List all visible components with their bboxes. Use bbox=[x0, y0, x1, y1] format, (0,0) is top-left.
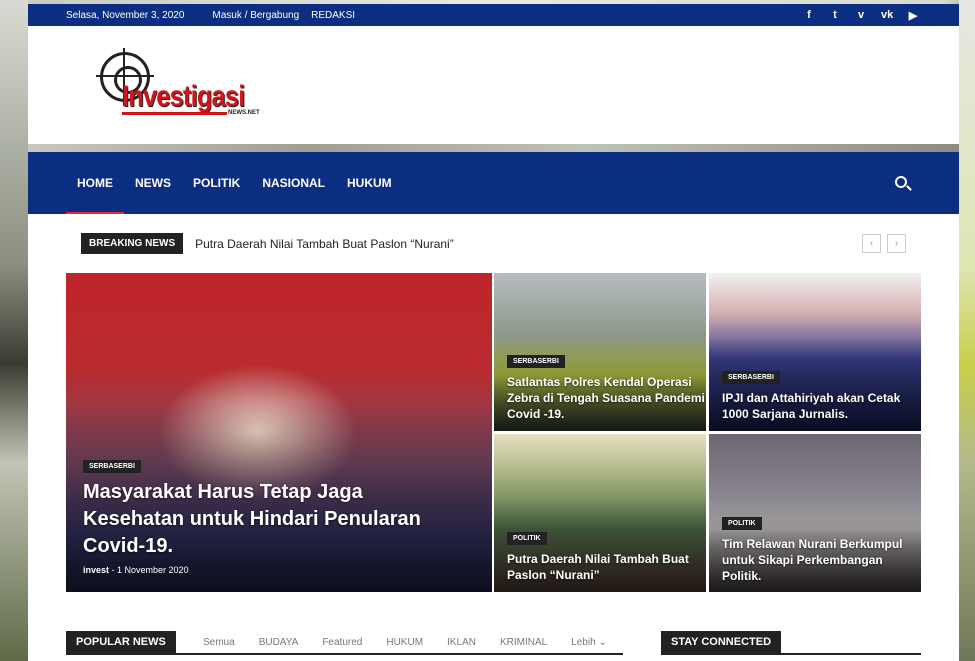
search-icon[interactable] bbox=[895, 176, 907, 188]
tab-budaya[interactable]: BUDAYA bbox=[259, 637, 299, 648]
breaking-news-controls: ‹ › bbox=[862, 234, 906, 253]
nav-item-news[interactable]: NEWS bbox=[124, 152, 182, 214]
site-logo[interactable]: Investigasi NEWS.NET bbox=[96, 48, 275, 120]
article-title[interactable]: IPJI dan Attahiriyah akan Cetak 1000 Sar… bbox=[722, 390, 917, 422]
category-badge[interactable]: POLITIK bbox=[507, 532, 547, 545]
social-links: f t v vk ▶ bbox=[803, 4, 919, 26]
featured-article-a[interactable]: SERBASERBI Satlantas Polres Kendal Opera… bbox=[494, 273, 706, 431]
article-author[interactable]: invest bbox=[83, 565, 109, 575]
featured-article-b[interactable]: SERBASERBI IPJI dan Attahiriyah akan Cet… bbox=[709, 273, 921, 431]
meta-separator: - bbox=[109, 565, 118, 575]
background-left bbox=[0, 0, 28, 661]
login-link[interactable]: Masuk / Bergabung bbox=[212, 10, 299, 21]
logo-text: Investigasi bbox=[122, 80, 245, 113]
breaking-news-tag: BREAKING NEWS bbox=[81, 233, 184, 254]
featured-main-article[interactable]: SERBASERBI Masyarakat Harus Tetap Jaga K… bbox=[66, 273, 492, 592]
article-meta: invest - 1 November 2020 bbox=[83, 565, 189, 575]
facebook-icon[interactable]: f bbox=[803, 9, 815, 21]
popular-news-tabs: Semua BUDAYA Featured HUKUM IKLAN KRIMIN… bbox=[203, 637, 607, 648]
nav-item-home[interactable]: HOME bbox=[66, 152, 124, 215]
category-badge[interactable]: SERBASERBI bbox=[507, 355, 565, 368]
logo-subtext: NEWS.NET bbox=[228, 110, 260, 116]
article-date: 1 November 2020 bbox=[117, 565, 189, 575]
chevron-left-icon[interactable]: ‹ bbox=[862, 234, 881, 253]
popular-news-block: POPULAR NEWS Semua BUDAYA Featured HUKUM… bbox=[66, 631, 623, 655]
tab-more-dropdown[interactable]: Lebih ⌄ bbox=[571, 637, 607, 648]
category-badge[interactable]: SERBASERBI bbox=[83, 460, 141, 473]
category-badge[interactable]: POLITIK bbox=[722, 517, 762, 530]
site-header: Investigasi NEWS.NET bbox=[28, 26, 959, 144]
featured-article-c[interactable]: POLITIK Putra Daerah Nilai Tambah Buat P… bbox=[494, 434, 706, 592]
vimeo-icon[interactable]: v bbox=[855, 9, 867, 21]
article-title[interactable]: Masyarakat Harus Tetap Jaga Kesehatan un… bbox=[83, 479, 463, 560]
article-title[interactable]: Satlantas Polres Kendal Operasi Zebra di… bbox=[507, 374, 706, 422]
decorative-strip bbox=[28, 144, 959, 152]
background-right bbox=[959, 0, 975, 661]
chevron-right-icon[interactable]: › bbox=[887, 234, 906, 253]
youtube-icon[interactable]: ▶ bbox=[907, 9, 919, 22]
main-content: BREAKING NEWS Putra Daerah Nilai Tambah … bbox=[28, 214, 959, 661]
nav-item-hukum[interactable]: HUKUM bbox=[336, 152, 403, 214]
featured-article-d[interactable]: POLITIK Tim Relawan Nurani Berkumpul unt… bbox=[709, 434, 921, 592]
tab-featured[interactable]: Featured bbox=[322, 637, 362, 648]
current-date: Selasa, November 3, 2020 bbox=[66, 9, 185, 21]
redaksi-link[interactable]: REDAKSI bbox=[311, 10, 355, 21]
breaking-news: BREAKING NEWS Putra Daerah Nilai Tambah … bbox=[81, 233, 454, 254]
stay-connected-heading: STAY CONNECTED bbox=[661, 631, 782, 653]
main-navigation: HOME NEWS POLITIK NASIONAL HUKUM bbox=[28, 152, 959, 215]
popular-news-heading: POPULAR NEWS bbox=[66, 631, 176, 653]
tab-hukum[interactable]: HUKUM bbox=[386, 637, 423, 648]
breaking-news-title[interactable]: Putra Daerah Nilai Tambah Buat Paslon “N… bbox=[195, 237, 454, 251]
article-title[interactable]: Tim Relawan Nurani Berkumpul untuk Sikap… bbox=[722, 536, 912, 584]
top-bar: Selasa, November 3, 2020 Masuk / Bergabu… bbox=[28, 4, 959, 26]
nav-item-nasional[interactable]: NASIONAL bbox=[251, 152, 336, 214]
tab-iklan[interactable]: IKLAN bbox=[447, 637, 476, 648]
article-title[interactable]: Putra Daerah Nilai Tambah Buat Paslon “N… bbox=[507, 551, 706, 583]
stay-connected-block: STAY CONNECTED bbox=[661, 631, 921, 655]
category-badge[interactable]: SERBASERBI bbox=[722, 371, 780, 384]
tab-semua[interactable]: Semua bbox=[203, 637, 235, 648]
nav-item-politik[interactable]: POLITIK bbox=[182, 152, 251, 214]
twitter-icon[interactable]: t bbox=[829, 9, 841, 21]
tab-kriminal[interactable]: KRIMINAL bbox=[500, 637, 547, 648]
nav-menu: HOME NEWS POLITIK NASIONAL HUKUM bbox=[66, 152, 403, 215]
vk-icon[interactable]: vk bbox=[881, 9, 893, 21]
